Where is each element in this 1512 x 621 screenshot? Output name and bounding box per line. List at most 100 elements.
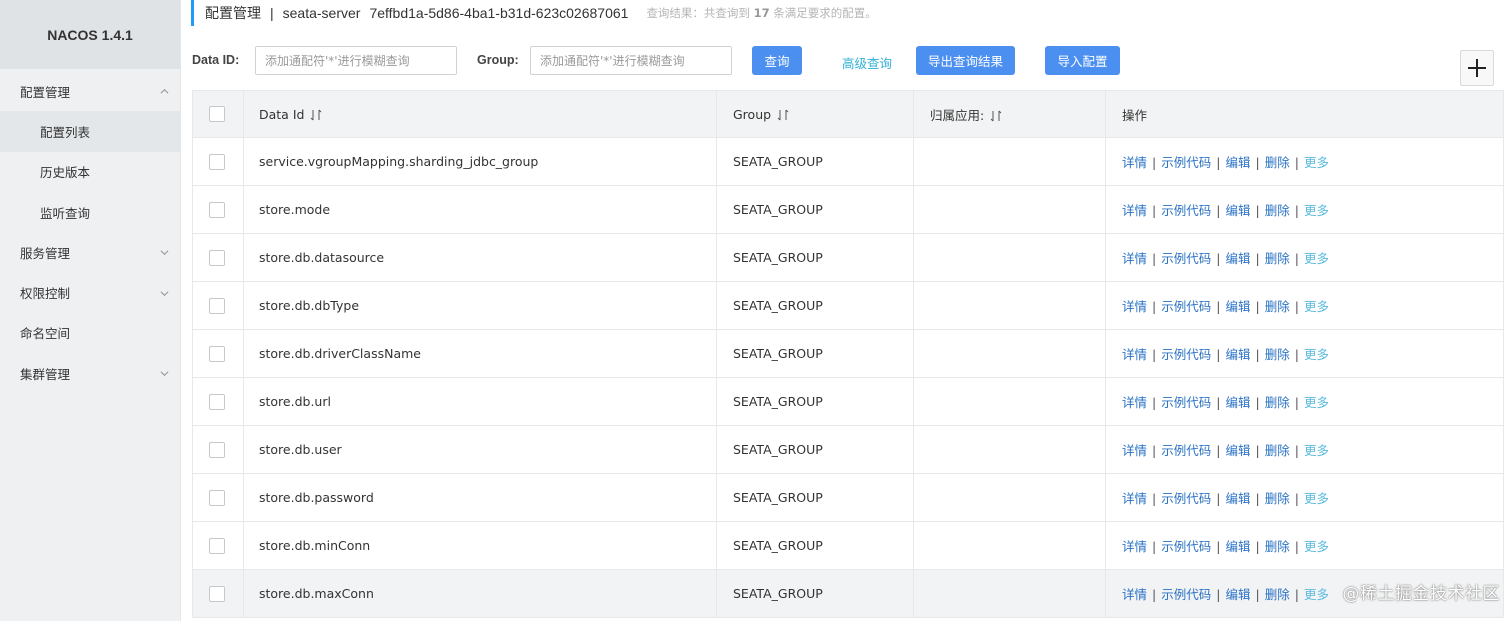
table-row: store.db.url SEATA_GROUP 详情 | 示例代码 | 编辑 | 删除 | 更多 [192,377,1504,426]
delete-link[interactable]: 删除 [1265,395,1290,410]
advanced-query-link[interactable]: 高级查询 [842,53,892,72]
chevron-down-icon [160,289,169,297]
row-checkbox[interactable] [209,153,225,170]
sort-icon[interactable] [310,109,322,121]
table-row: store.db.user SEATA_GROUP 详情 | 示例代码 | 编辑 | 删除 | 更多 [192,425,1504,474]
row-checkbox[interactable] [209,345,225,362]
row-checkbox[interactable] [209,201,225,218]
column-header-app[interactable]: 归属应用: [913,90,1106,138]
detail-link[interactable]: 详情 [1122,491,1147,506]
sample-code-link[interactable]: 示例代码 [1161,491,1211,506]
row-checkbox[interactable] [209,393,225,410]
detail-link[interactable]: 详情 [1122,395,1147,410]
sample-code-link[interactable]: 示例代码 [1161,251,1211,266]
chevron-down-icon [160,248,169,256]
query-button[interactable]: 查询 [752,46,802,75]
edit-link[interactable]: 编辑 [1225,251,1250,266]
row-checkbox[interactable] [209,297,225,314]
sort-icon[interactable] [990,110,1002,122]
row-checkbox[interactable] [209,537,225,554]
select-all-checkbox[interactable] [209,106,225,123]
detail-link[interactable]: 详情 [1122,587,1147,602]
sidebar-item-cluster-management[interactable]: 集群管理 [0,353,180,393]
edit-link[interactable]: 编辑 [1225,299,1250,314]
row-checkbox[interactable] [209,585,225,602]
delete-link[interactable]: 删除 [1265,443,1290,458]
export-results-button[interactable]: 导出查询结果 [916,46,1015,75]
more-link[interactable]: 更多 [1304,395,1329,410]
sidebar-item-label: 权限控制 [20,286,71,302]
sidebar-item-listener-query[interactable]: 监听查询 [0,192,180,232]
delete-link[interactable]: 删除 [1265,347,1290,362]
sample-code-link[interactable]: 示例代码 [1161,155,1211,170]
cell-group: SEATA_GROUP [716,425,914,474]
delete-link[interactable]: 删除 [1265,203,1290,218]
delete-link[interactable]: 删除 [1265,491,1290,506]
cell-dataid: store.db.maxConn [243,569,717,618]
edit-link[interactable]: 编辑 [1225,203,1250,218]
cell-actions: 详情 | 示例代码 | 编辑 | 删除 | 更多 [1105,281,1504,330]
more-link[interactable]: 更多 [1304,155,1329,170]
sample-code-link[interactable]: 示例代码 [1161,395,1211,410]
sample-code-link[interactable]: 示例代码 [1161,299,1211,314]
sidebar-item-config-management[interactable]: 配置管理 [0,71,180,111]
sort-icon[interactable] [777,109,789,121]
delete-link[interactable]: 删除 [1265,299,1290,314]
more-link[interactable]: 更多 [1304,539,1329,554]
sample-code-link[interactable]: 示例代码 [1161,539,1211,554]
edit-link[interactable]: 编辑 [1225,443,1250,458]
more-link[interactable]: 更多 [1304,203,1329,218]
cell-app [913,185,1106,234]
sample-code-link[interactable]: 示例代码 [1161,443,1211,458]
more-link[interactable]: 更多 [1304,491,1329,506]
table-body: service.vgroupMapping.sharding_jdbc_grou… [192,137,1504,618]
breadcrumb-separator: | [270,5,274,21]
column-header-label: 归属应用: [930,107,985,123]
detail-link[interactable]: 详情 [1122,155,1147,170]
delete-link[interactable]: 删除 [1265,587,1290,602]
more-link[interactable]: 更多 [1304,443,1329,458]
detail-link[interactable]: 详情 [1122,203,1147,218]
more-link[interactable]: 更多 [1304,347,1329,362]
sidebar-item-access-control[interactable]: 权限控制 [0,272,180,312]
delete-link[interactable]: 删除 [1265,539,1290,554]
sidebar-item-history[interactable]: 历史版本 [0,152,180,192]
edit-link[interactable]: 编辑 [1225,539,1250,554]
detail-link[interactable]: 详情 [1122,299,1147,314]
sample-code-link[interactable]: 示例代码 [1161,347,1211,362]
action-separator: | [1255,491,1260,506]
delete-link[interactable]: 删除 [1265,155,1290,170]
sidebar-item-service-management[interactable]: 服务管理 [0,232,180,272]
group-search-input[interactable] [530,46,732,75]
column-header-group[interactable]: Group [716,90,914,138]
detail-link[interactable]: 详情 [1122,347,1147,362]
cell-group: SEATA_GROUP [716,185,914,234]
sample-code-link[interactable]: 示例代码 [1161,203,1211,218]
sample-code-link[interactable]: 示例代码 [1161,587,1211,602]
more-link[interactable]: 更多 [1304,587,1329,602]
cell-group: SEATA_GROUP [716,569,914,618]
detail-link[interactable]: 详情 [1122,539,1147,554]
page-header: 配置管理 | seata-server 7effbd1a-5d86-4ba1-b… [191,0,1491,26]
add-config-button[interactable] [1460,50,1494,86]
detail-link[interactable]: 详情 [1122,251,1147,266]
row-checkbox[interactable] [209,249,225,266]
more-link[interactable]: 更多 [1304,299,1329,314]
dataid-search-input[interactable] [255,46,457,75]
import-config-button[interactable]: 导入配置 [1045,46,1120,75]
sidebar-item-namespace[interactable]: 命名空间 [0,313,180,353]
action-separator: | [1216,539,1221,554]
more-link[interactable]: 更多 [1304,251,1329,266]
detail-link[interactable]: 详情 [1122,443,1147,458]
edit-link[interactable]: 编辑 [1225,155,1250,170]
edit-link[interactable]: 编辑 [1225,587,1250,602]
row-checkbox[interactable] [209,489,225,506]
edit-link[interactable]: 编辑 [1225,347,1250,362]
edit-link[interactable]: 编辑 [1225,395,1250,410]
row-checkbox[interactable] [209,441,225,458]
edit-link[interactable]: 编辑 [1225,491,1250,506]
sidebar-item-config-list[interactable]: 配置列表 [0,111,180,152]
action-separator: | [1216,251,1221,266]
delete-link[interactable]: 删除 [1265,251,1290,266]
column-header-dataid[interactable]: Data Id [243,90,717,138]
